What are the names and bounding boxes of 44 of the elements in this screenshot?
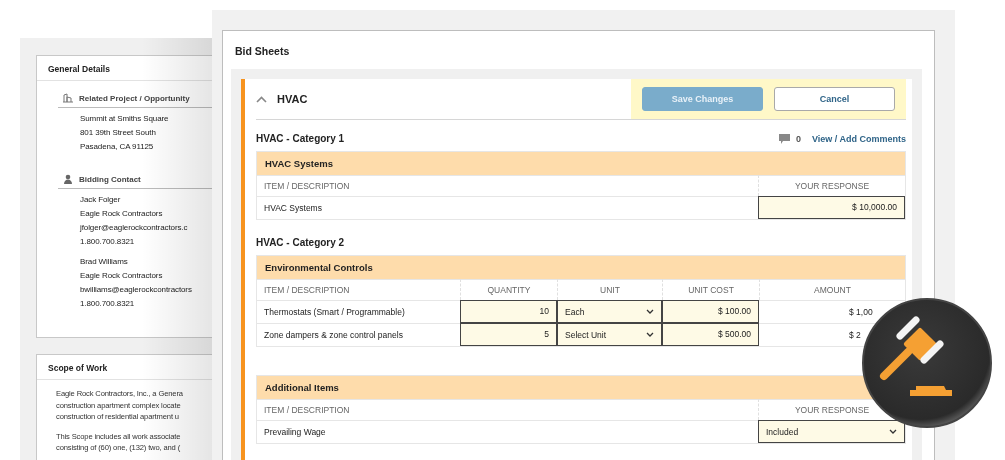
detail-line: Eagle Rock Contractors: [80, 208, 164, 220]
dropdown-field[interactable]: Included: [758, 420, 905, 443]
comment-count: 0: [795, 133, 801, 144]
person-icon: [63, 174, 73, 184]
group-label: Bidding Contact: [79, 174, 141, 184]
cancel-button[interactable]: Cancel: [774, 87, 895, 111]
column-header: ITEM / DESCRIPTION: [257, 279, 460, 300]
table-cell: Prevailing Wage: [257, 420, 758, 443]
dropdown-field[interactable]: Each: [557, 300, 662, 323]
detail-line: Brad Williams: [80, 256, 129, 268]
detail-line: Summit at Smiths Square: [80, 113, 170, 125]
table-cell: Zone dampers & zone control panels: [257, 323, 460, 346]
window-title: Bid Sheets: [234, 44, 291, 59]
category-title: HVAC - Category 2: [256, 237, 345, 248]
caret-icon: [889, 429, 897, 434]
comments-link[interactable]: View / Add Comments: [811, 133, 906, 144]
dropdown-field[interactable]: Select Unit: [557, 323, 662, 346]
detail-line: jfolger@eaglerockcontractors.c: [80, 222, 189, 234]
detail-line: Eagle Rock Contractors: [80, 270, 164, 282]
detail-line: 1.800.700.8321: [80, 236, 136, 248]
caret-icon: [646, 332, 654, 337]
buildings-icon: [63, 93, 73, 103]
detail-line: bwilliams@eaglerockcontractors: [80, 284, 193, 296]
input-field[interactable]: $ 500.00: [662, 323, 759, 346]
caret-icon: [646, 309, 654, 314]
column-header: AMOUNT: [759, 279, 905, 300]
speech-bubble-icon: [778, 133, 790, 144]
group-label: Related Project / Opportunity: [79, 93, 190, 103]
category-title: HVAC - Category 1: [256, 133, 345, 144]
detail-line: Pasadena, CA 91125: [80, 141, 155, 153]
table-title: Environmental Controls: [257, 256, 905, 279]
detail-line: 1.800.700.8321: [80, 298, 136, 310]
table-title: HVAC Systems: [257, 152, 905, 175]
input-field[interactable]: $ 100.00: [662, 300, 759, 323]
section-title: HVAC: [277, 93, 308, 105]
detail-line: 801 39th Street South: [80, 127, 157, 139]
detail-line: Jack Folger: [80, 194, 122, 206]
input-field[interactable]: 5: [460, 323, 557, 346]
column-header: ITEM / DESCRIPTION: [257, 399, 758, 420]
table-cell: HVAC Systems: [257, 196, 758, 219]
column-header: ITEM / DESCRIPTION: [257, 175, 758, 196]
input-field[interactable]: $ 10,000.00: [758, 196, 905, 219]
chevron-icon[interactable]: [256, 95, 267, 103]
input-field[interactable]: 10: [460, 300, 557, 323]
